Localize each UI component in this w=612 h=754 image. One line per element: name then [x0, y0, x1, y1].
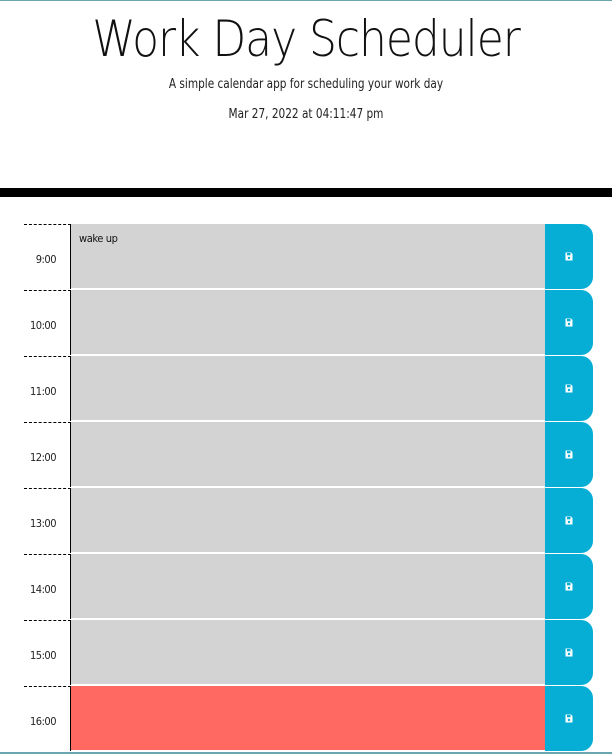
save-button[interactable] — [545, 620, 593, 685]
floppy-disk-icon — [565, 714, 573, 723]
header-divider — [0, 188, 612, 197]
save-button[interactable] — [545, 488, 593, 553]
event-description[interactable] — [71, 554, 545, 619]
event-description[interactable] — [71, 422, 545, 487]
event-description[interactable] — [71, 686, 545, 751]
timeblocks: 9:00 wake up 10:00 11:00 12:00 13:00 14:… — [24, 224, 593, 752]
floppy-disk-icon — [565, 318, 573, 327]
timeblock-row: 9:00 wake up — [24, 224, 593, 289]
floppy-disk-icon — [565, 384, 573, 393]
event-description[interactable] — [71, 488, 545, 553]
event-description[interactable] — [71, 620, 545, 685]
current-day: Mar 27, 2022 at 04:11:47 pm — [228, 107, 384, 122]
hour-label: 10:00 — [24, 290, 71, 355]
timeblock-row: 13:00 — [24, 488, 593, 553]
page-subtitle: A simple calendar app for scheduling you… — [168, 77, 444, 92]
timeblock-row: 15:00 — [24, 620, 593, 685]
save-button[interactable] — [545, 356, 593, 421]
timeblock-row: 16:00 — [24, 686, 593, 751]
save-button[interactable] — [545, 290, 593, 355]
page-title: Work Day Scheduler — [92, 10, 521, 68]
save-button[interactable] — [545, 686, 593, 751]
hour-label: 9:00 — [24, 224, 71, 289]
timeblock-row: 10:00 — [24, 290, 593, 355]
header: Work Day Scheduler A simple calendar app… — [0, 1, 612, 188]
hour-label: 12:00 — [24, 422, 71, 487]
timeblock-row: 12:00 — [24, 422, 593, 487]
floppy-disk-icon — [565, 648, 573, 657]
floppy-disk-icon — [565, 252, 573, 261]
timeblock-row: 14:00 — [24, 554, 593, 619]
event-description[interactable]: wake up — [71, 224, 545, 289]
hour-label: 15:00 — [24, 620, 71, 685]
hour-label: 11:00 — [24, 356, 71, 421]
scheduler-page: Work Day Scheduler A simple calendar app… — [0, 0, 612, 754]
floppy-disk-icon — [565, 516, 573, 525]
event-description[interactable] — [71, 356, 545, 421]
save-button[interactable] — [545, 554, 593, 619]
event-description[interactable] — [71, 290, 545, 355]
hour-label: 14:00 — [24, 554, 71, 619]
save-button[interactable] — [545, 224, 593, 289]
timeblock-row: 11:00 — [24, 356, 593, 421]
floppy-disk-icon — [565, 582, 573, 591]
save-button[interactable] — [545, 422, 593, 487]
floppy-disk-icon — [565, 450, 573, 459]
hour-label: 16:00 — [24, 686, 71, 751]
hour-label: 13:00 — [24, 488, 71, 553]
